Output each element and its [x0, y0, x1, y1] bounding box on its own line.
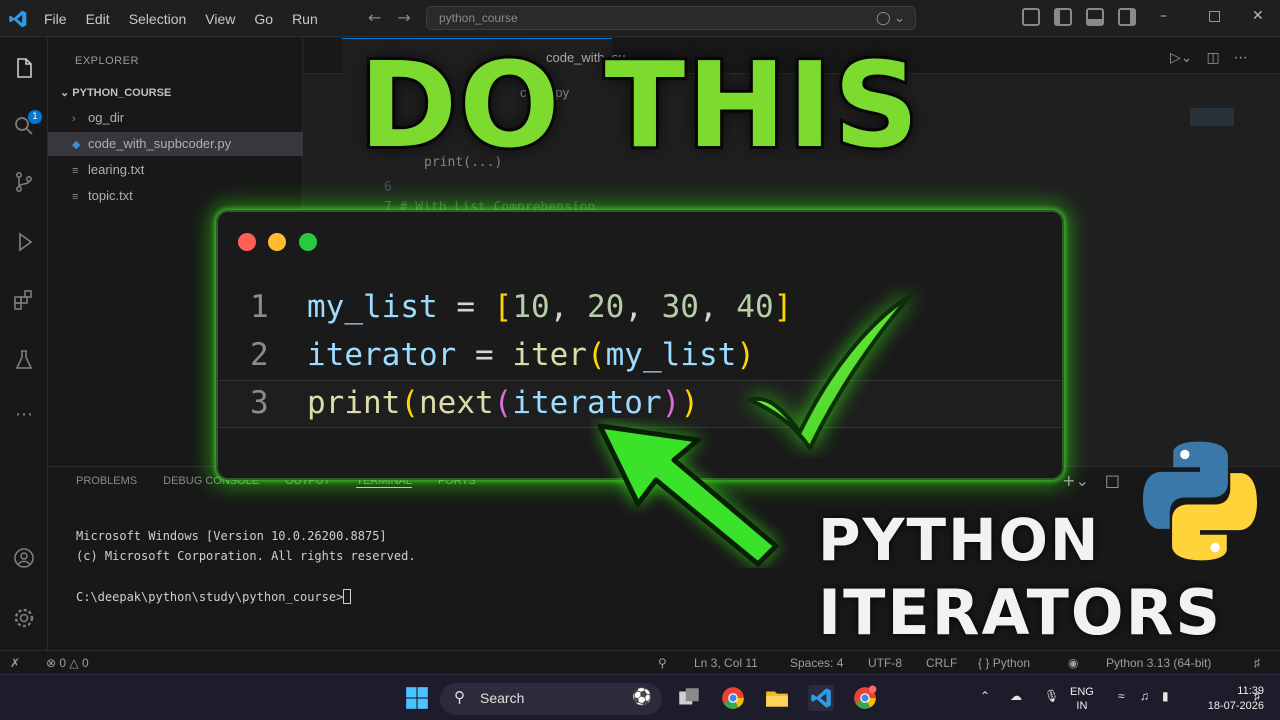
tree-item-topic[interactable]: ≡ topic.txt: [48, 184, 303, 208]
search-icon: ⚲: [454, 689, 465, 706]
command-center-search[interactable]: python_course ◯ ⌄: [426, 6, 916, 30]
microphone-icon[interactable]: 🎙: [1044, 689, 1059, 703]
zoom-search-icon[interactable]: ⚲: [658, 656, 667, 670]
terminal-line: Microsoft Windows [Version 10.0.26200.88…: [76, 529, 387, 543]
indentation[interactable]: Spaces: 4: [790, 656, 843, 670]
bg-code-line: 6: [384, 180, 392, 195]
lang-line2: IN: [1076, 700, 1088, 712]
code-text: my_list = [10, 20, 30, 40]: [307, 289, 793, 325]
python-interpreter[interactable]: Python 3.13 (64-bit): [1106, 656, 1211, 670]
account-icon[interactable]: [12, 546, 36, 570]
close-icon[interactable]: ✕: [1252, 8, 1264, 24]
customize-layout-icon[interactable]: [1022, 8, 1040, 26]
nav-arrows: ← →: [368, 8, 411, 27]
menu-file[interactable]: File: [44, 11, 67, 27]
testing-flask-icon[interactable]: [12, 348, 36, 372]
chrome-icon[interactable]: [720, 685, 746, 711]
maximize-dot-icon: [299, 233, 317, 251]
minimize-dot-icon: [268, 233, 286, 251]
menu-view[interactable]: View: [205, 11, 235, 27]
subtitle-line2: ITERATORS: [818, 576, 1223, 649]
onedrive-icon[interactable]: ☁: [1010, 689, 1022, 703]
vscode-logo-icon[interactable]: [8, 9, 28, 29]
text-file-icon: ≡: [72, 191, 79, 203]
chrome-profile-icon[interactable]: [852, 685, 878, 711]
code-line: 1 my_list = [10, 20, 30, 40]: [218, 284, 1062, 330]
menu-run[interactable]: Run: [292, 11, 318, 27]
close-dot-icon: [238, 233, 256, 251]
command-center-text: python_course: [439, 11, 518, 25]
taskbar-search-label: Search: [480, 690, 525, 706]
notifications-bell-icon[interactable]: ♯: [1254, 656, 1260, 670]
settings-gear-icon[interactable]: [12, 606, 36, 630]
new-terminal-icon[interactable]: +⌄: [1062, 471, 1089, 490]
language-mode[interactable]: { } Python: [978, 656, 1030, 670]
status-bar: ✗ ⊗ 0 △ 0 ⚲ Ln 3, Col 11 Spaces: 4 UTF-8…: [0, 650, 1280, 674]
input-language[interactable]: ENG IN: [1070, 685, 1094, 713]
line-number: 2: [250, 337, 269, 373]
maximize-panel-icon[interactable]: □: [1105, 471, 1120, 490]
problems-indicator[interactable]: ⊗ 0 △ 0: [46, 656, 89, 670]
error-count: 0: [59, 656, 67, 670]
code-text: iterator = iter(my_list): [307, 337, 755, 373]
maximize-icon[interactable]: □: [1208, 8, 1221, 24]
terminal-prompt[interactable]: C:\deepak\python\study\python_course>: [76, 589, 352, 604]
green-arrow-icon: [597, 423, 779, 567]
remote-indicator-icon[interactable]: ✗: [10, 656, 20, 670]
headline-text: DO THIS: [356, 33, 921, 177]
windows-start-icon[interactable]: [404, 685, 430, 711]
copilot-chat-icon[interactable]: ◯ ⌄: [876, 10, 905, 26]
menu-go[interactable]: Go: [254, 11, 273, 27]
code-line: 2 iterator = iter(my_list): [218, 332, 1062, 378]
lang-line1: ENG: [1070, 686, 1094, 698]
wifi-icon[interactable]: ≈: [1118, 689, 1125, 703]
warning-count: 0: [81, 656, 89, 670]
encoding[interactable]: UTF-8: [868, 656, 902, 670]
line-number: 1: [250, 289, 269, 325]
windows-taskbar: ⚲ Search ⚽ ⌃ ☁ 🎙 ENG IN ≈ ♫ ▮ 11:39 18-0…: [0, 674, 1280, 720]
minimize-icon[interactable]: –: [1160, 8, 1167, 24]
terminal-cursor: [343, 589, 352, 604]
extensions-icon[interactable]: [12, 288, 36, 312]
cursor-position[interactable]: Ln 3, Col 11: [694, 656, 758, 670]
line-number: 3: [250, 385, 269, 421]
file-explorer-icon[interactable]: [764, 685, 790, 711]
language-label: Python: [992, 656, 1031, 670]
toggle-sidebar-icon[interactable]: [1054, 8, 1072, 26]
search-highlight-icon: ⚽: [632, 689, 652, 706]
taskbar-search[interactable]: ⚲ Search ⚽: [440, 683, 662, 715]
subtitle-line1: PYTHON: [818, 506, 1101, 574]
task-view-icon[interactable]: [676, 685, 702, 711]
line-ending[interactable]: CRLF: [926, 656, 957, 670]
toggle-panel-icon[interactable]: [1086, 8, 1104, 26]
menu-edit[interactable]: Edit: [86, 11, 110, 27]
layout-controls: [1022, 8, 1136, 26]
prompt-text: C:\deepak\python\study\python_course>: [76, 590, 344, 604]
back-arrow-icon[interactable]: ←: [368, 8, 381, 27]
panel-actions: +⌄ □: [1062, 471, 1120, 490]
copilot-icon[interactable]: ◉: [1068, 656, 1078, 670]
tray-overflow-icon[interactable]: ⌃: [980, 689, 990, 703]
run-debug-icon[interactable]: [12, 230, 36, 254]
vscode-taskbar-icon[interactable]: [808, 685, 834, 711]
tree-item-label: topic.txt: [88, 188, 133, 203]
python-logo-icon: [1142, 441, 1258, 561]
notification-bell-icon[interactable]: ♯: [1254, 689, 1260, 703]
volume-icon[interactable]: ♫: [1140, 689, 1149, 703]
more-icon[interactable]: ⋯: [12, 404, 36, 428]
menu-selection[interactable]: Selection: [129, 11, 187, 27]
forward-arrow-icon[interactable]: →: [397, 8, 410, 27]
terminal-line: (c) Microsoft Corporation. All rights re…: [76, 549, 416, 563]
tab-problems[interactable]: PROBLEMS: [76, 475, 137, 488]
battery-icon[interactable]: ▮: [1162, 689, 1169, 703]
toggle-secondary-sidebar-icon[interactable]: [1118, 8, 1136, 26]
